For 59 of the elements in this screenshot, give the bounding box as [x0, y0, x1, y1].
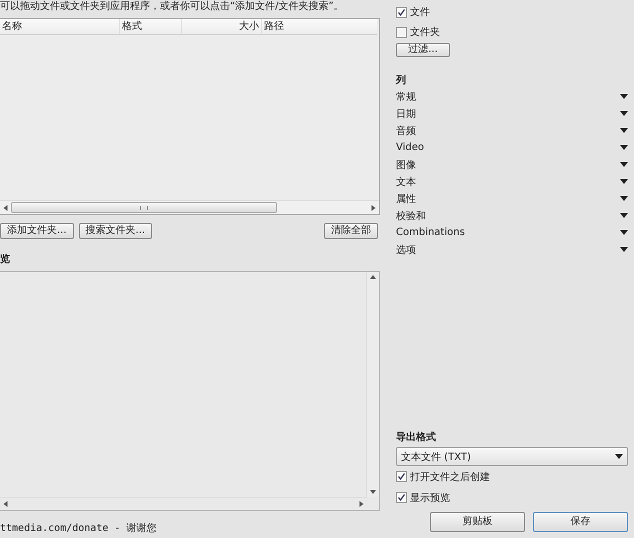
- checkbox-label: 打开文件之后创建: [410, 470, 490, 484]
- column-group-item[interactable]: 日期: [396, 106, 416, 120]
- export-format-heading: 导出格式: [396, 431, 437, 445]
- caret-icon[interactable]: [620, 179, 628, 184]
- column-group-item[interactable]: 文本: [396, 174, 416, 188]
- filter-checkbox[interactable]: 文件夹: [396, 22, 628, 42]
- checkbox-label: 显示预览: [410, 492, 450, 504]
- option-checkbox[interactable]: 打开文件之后创建: [396, 466, 628, 487]
- scrollbar-thumb[interactable]: [11, 202, 277, 213]
- columns-heading: 列: [396, 74, 407, 88]
- column-group-item[interactable]: Video: [396, 142, 424, 153]
- column-header[interactable]: 路径: [262, 19, 377, 34]
- caret-icon[interactable]: [620, 145, 628, 150]
- caret-icon[interactable]: [620, 162, 628, 167]
- column-header[interactable]: 大小: [182, 19, 262, 34]
- column-group-item[interactable]: 属性: [396, 192, 416, 206]
- column-group-item[interactable]: 音频: [396, 124, 416, 138]
- scroll-up-icon[interactable]: [370, 275, 376, 279]
- filter-button[interactable]: 过滤...: [396, 43, 450, 57]
- donate-text: ttmedia.com/donate - 谢谢您: [0, 522, 158, 535]
- instruction-text: 可以拖动文件或文件夹到应用程序，或者你可以点击“添加文件/文件夹搜索”。: [0, 0, 345, 14]
- scroll-down-icon[interactable]: [370, 490, 376, 494]
- scroll-left-icon[interactable]: [3, 501, 8, 507]
- checkbox[interactable]: [396, 492, 407, 503]
- caret-icon[interactable]: [620, 196, 628, 201]
- column-header[interactable]: 格式: [120, 19, 182, 34]
- caret-icon[interactable]: [620, 247, 628, 252]
- scroll-right-icon[interactable]: [359, 501, 364, 507]
- checkbox-label: 文件夹: [410, 26, 440, 39]
- filter-checkbox[interactable]: 文件: [396, 2, 628, 22]
- caret-icon: [615, 454, 623, 459]
- caret-icon[interactable]: [620, 213, 628, 218]
- column-header[interactable]: 名称: [0, 19, 120, 34]
- format-dropdown[interactable]: 文本文件 (TXT): [396, 447, 628, 466]
- action-button[interactable]: 剪贴板: [430, 512, 525, 532]
- preview-label: 览: [0, 253, 11, 267]
- caret-icon[interactable]: [620, 128, 628, 133]
- checkbox[interactable]: [396, 26, 407, 38]
- column-group-item[interactable]: 校验和: [396, 208, 426, 222]
- column-group-item[interactable]: 选项: [396, 242, 416, 256]
- action-button[interactable]: 保存: [533, 512, 628, 532]
- caret-icon[interactable]: [620, 230, 628, 235]
- horizontal-scrollbar[interactable]: [0, 497, 367, 510]
- horizontal-scrollbar[interactable]: [0, 200, 379, 214]
- folder-button[interactable]: 搜索文件夹...: [78, 223, 152, 239]
- caret-icon[interactable]: [620, 94, 628, 99]
- folder-button[interactable]: 添加文件夹...: [0, 223, 74, 239]
- column-group-item[interactable]: Combinations: [396, 227, 465, 238]
- checkbox-label: 文件: [410, 6, 430, 19]
- column-group-item[interactable]: 图像: [396, 158, 416, 172]
- clear-all-button[interactable]: 清除全部: [324, 223, 378, 239]
- checkbox[interactable]: [396, 6, 407, 18]
- caret-icon[interactable]: [620, 111, 628, 116]
- scroll-right-icon[interactable]: [371, 204, 376, 210]
- vertical-scrollbar[interactable]: [366, 272, 379, 497]
- scroll-left-icon[interactable]: [3, 204, 8, 210]
- column-group-item[interactable]: 常规: [396, 90, 416, 104]
- option-checkbox[interactable]: 显示预览: [396, 487, 628, 508]
- checkbox[interactable]: [396, 471, 407, 482]
